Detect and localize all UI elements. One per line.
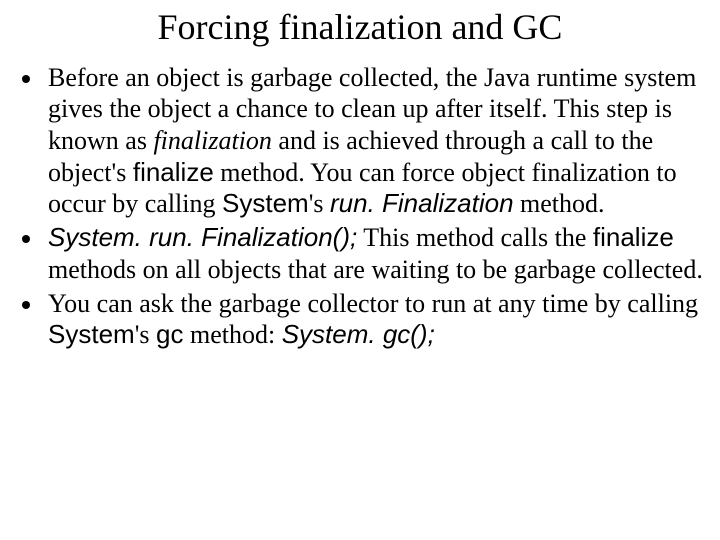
bullet-1: Before an object is garbage collected, t… bbox=[44, 62, 704, 221]
slide-title: Forcing finalization and GC bbox=[10, 8, 710, 48]
b3-t5: method: bbox=[183, 320, 281, 349]
b3-t3: 's bbox=[135, 320, 156, 349]
bullet-list: Before an object is garbage collected, t… bbox=[18, 62, 710, 351]
b2-t2: This method calls the bbox=[357, 223, 593, 252]
b2-finalize: finalize bbox=[593, 222, 674, 252]
b3-system: System bbox=[48, 319, 135, 349]
b1-system: System bbox=[222, 188, 309, 218]
b1-runfinalization: run. Finalization bbox=[330, 188, 514, 218]
slide: Forcing finalization and GC Before an ob… bbox=[0, 0, 720, 540]
b1-finalization: finalization bbox=[153, 126, 271, 155]
b2-call: System. run. Finalization(); bbox=[48, 222, 357, 252]
b1-finalize: finalize bbox=[133, 157, 214, 187]
b1-t7: 's bbox=[309, 189, 330, 218]
b3-t1: You can ask the garbage collector to run… bbox=[48, 289, 698, 318]
b2-t4: methods on all objects that are waiting … bbox=[48, 255, 703, 284]
b1-t9: method. bbox=[514, 189, 605, 218]
bullet-3: You can ask the garbage collector to run… bbox=[44, 288, 704, 351]
b3-gc: gc bbox=[156, 319, 183, 349]
b3-systemgc: System. gc(); bbox=[282, 319, 435, 349]
bullet-2: System. run. Finalization(); This method… bbox=[44, 222, 704, 285]
